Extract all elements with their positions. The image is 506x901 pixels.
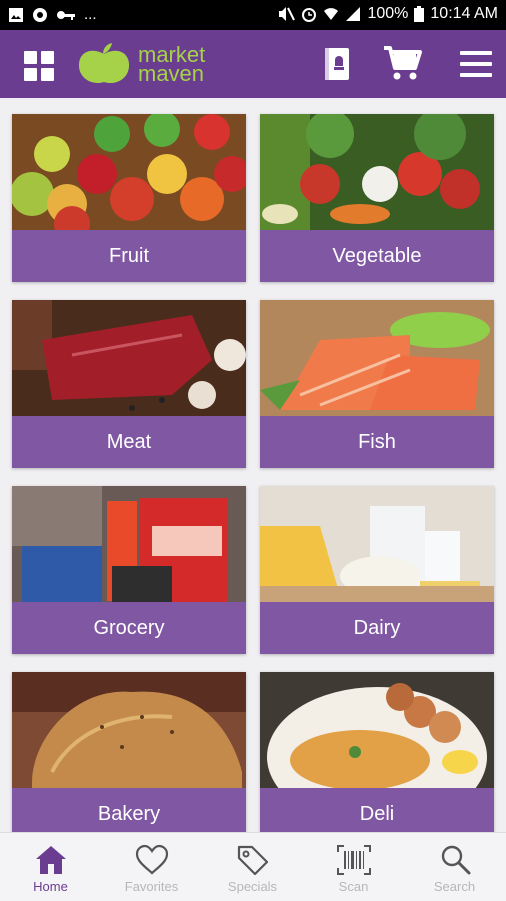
logo-text-maven: maven	[138, 61, 205, 86]
image-icon	[9, 7, 23, 22]
alarm-icon	[302, 8, 317, 22]
category-label: Grocery	[93, 617, 165, 639]
search-icon	[441, 845, 471, 875]
signal-icon	[346, 7, 361, 21]
nav-label: Favorites	[124, 879, 179, 894]
barcode-icon	[337, 845, 371, 875]
app-logo: market maven	[76, 42, 205, 86]
home-icon	[36, 846, 66, 874]
tag-icon	[237, 845, 269, 876]
category-label: Vegetable	[332, 245, 422, 267]
nav-scan[interactable]: Scan	[303, 833, 404, 901]
recipe-book-icon[interactable]	[323, 47, 351, 81]
category-tile-dairy[interactable]: Dairy	[260, 486, 494, 654]
bottom-navigation: Home Favorites Specials Scan Search	[0, 832, 506, 901]
nav-label: Specials	[227, 879, 278, 894]
category-label: Fish	[358, 431, 396, 453]
battery-icon	[414, 6, 425, 22]
category-tile-grocery[interactable]: Grocery	[12, 486, 246, 654]
nav-label: Scan	[338, 879, 369, 894]
fish-photo	[260, 300, 494, 416]
clock: 10:14 AM	[430, 5, 498, 22]
cart-icon[interactable]	[382, 44, 422, 82]
category-label: Meat	[106, 431, 152, 453]
category-grid: Fruit Vegetable Meat Fish Grocery Dairy …	[0, 98, 506, 840]
category-tile-vegetable[interactable]: Vegetable	[260, 114, 494, 282]
category-label: Dairy	[353, 617, 401, 639]
apple-logo-icon	[78, 43, 130, 84]
category-tile-bakery[interactable]: Bakery	[12, 672, 246, 840]
mute-icon	[279, 7, 296, 21]
nav-label: Home	[33, 879, 68, 894]
nav-search[interactable]: Search	[404, 833, 505, 901]
vegetable-photo	[260, 114, 494, 230]
more-indicator: ...	[84, 6, 97, 23]
nav-label: Search	[433, 879, 476, 894]
grid-menu-icon[interactable]	[24, 51, 54, 81]
nav-specials[interactable]: Specials	[202, 833, 303, 901]
wifi-icon	[324, 8, 339, 20]
bakery-photo	[12, 672, 246, 788]
hamburger-menu-icon[interactable]	[460, 51, 492, 77]
category-tile-meat[interactable]: Meat	[12, 300, 246, 468]
category-tile-deli[interactable]: Deli	[260, 672, 494, 840]
chrome-icon	[33, 7, 47, 22]
nav-favorites[interactable]: Favorites	[101, 833, 202, 901]
status-bar: ... 100% 10:14 AM	[0, 0, 506, 30]
category-tile-fruit[interactable]: Fruit	[12, 114, 246, 282]
battery-percent: 100%	[367, 5, 409, 22]
deli-photo	[260, 672, 494, 788]
nav-home[interactable]: Home	[0, 833, 101, 901]
category-label: Fruit	[109, 245, 149, 267]
category-tile-fish[interactable]: Fish	[260, 300, 494, 468]
heart-icon	[135, 844, 169, 875]
fruit-photo	[12, 114, 246, 230]
grocery-photo	[12, 486, 246, 602]
key-icon	[57, 10, 75, 20]
dairy-photo	[260, 486, 494, 602]
meat-photo	[12, 300, 246, 416]
